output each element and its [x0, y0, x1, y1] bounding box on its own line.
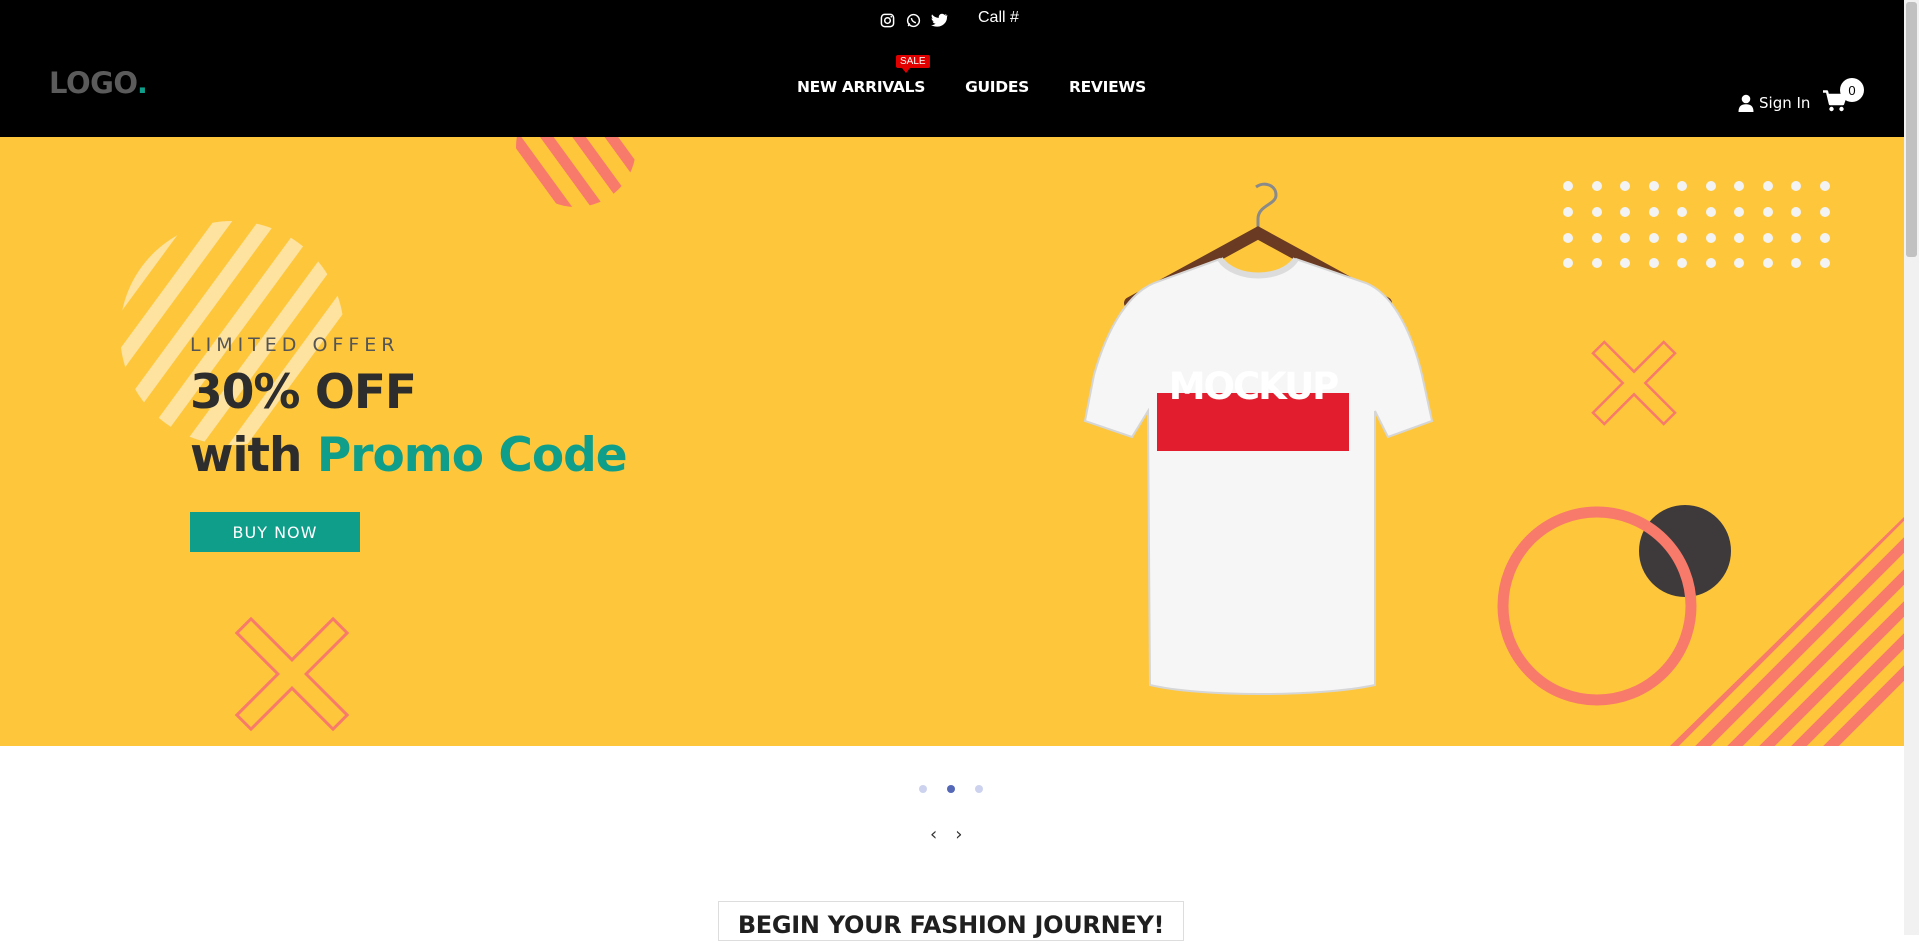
logo-text: LOGO [49, 66, 137, 100]
offer-headline: 30% OFF [190, 365, 417, 420]
site-logo[interactable]: LOGO. [49, 66, 148, 100]
whatsapp-icon[interactable] [904, 11, 922, 29]
headline-with: with [190, 428, 317, 483]
sign-in-link[interactable]: Sign In [1738, 94, 1810, 112]
instagram-icon[interactable] [878, 11, 896, 29]
social-links [878, 11, 948, 29]
cart-count-badge: 0 [1840, 78, 1864, 102]
hero-banner: LIMITED OFFER 30% OFF with Promo Code BU… [0, 137, 1904, 746]
sale-badge: SALE [896, 55, 930, 73]
main-nav: NEW ARRIVALS GUIDES REVIEWS [797, 78, 1146, 96]
offer-eyebrow: LIMITED OFFER [190, 334, 400, 356]
chevron-right-icon[interactable]: › [955, 824, 962, 845]
user-icon [1738, 94, 1754, 112]
nav-guides[interactable]: GUIDES [965, 78, 1029, 96]
sign-in-label: Sign In [1759, 94, 1811, 112]
slider-dot-3[interactable] [975, 785, 983, 793]
tshirt-image [1083, 182, 1434, 695]
slider-dot-1[interactable] [919, 785, 927, 793]
offer-subheadline: with Promo Code [190, 428, 628, 483]
section-title: BEGIN YOUR FASHION JOURNEY! [718, 901, 1184, 941]
twitter-icon[interactable] [930, 11, 948, 29]
slider-dots [919, 785, 983, 793]
chevron-left-icon[interactable]: ‹ [930, 824, 937, 845]
slider-dot-2[interactable] [947, 785, 955, 793]
call-link[interactable]: Call # [978, 9, 1019, 27]
tshirt-print-text: MOCKUP [1168, 365, 1340, 408]
scrollbar-thumb[interactable] [1906, 2, 1917, 257]
logo-dot: . [136, 66, 148, 100]
site-header: Call # LOGO. SALE NEW ARRIVALS GUIDES RE… [0, 0, 1904, 137]
headline-promo: Promo Code [316, 428, 628, 483]
scrollbar[interactable] [1904, 0, 1919, 935]
nav-new-arrivals[interactable]: NEW ARRIVALS [797, 78, 925, 96]
slider-arrows: ‹ › [930, 824, 962, 845]
buy-now-button[interactable]: BUY NOW [190, 512, 360, 552]
nav-reviews[interactable]: REVIEWS [1069, 78, 1146, 96]
